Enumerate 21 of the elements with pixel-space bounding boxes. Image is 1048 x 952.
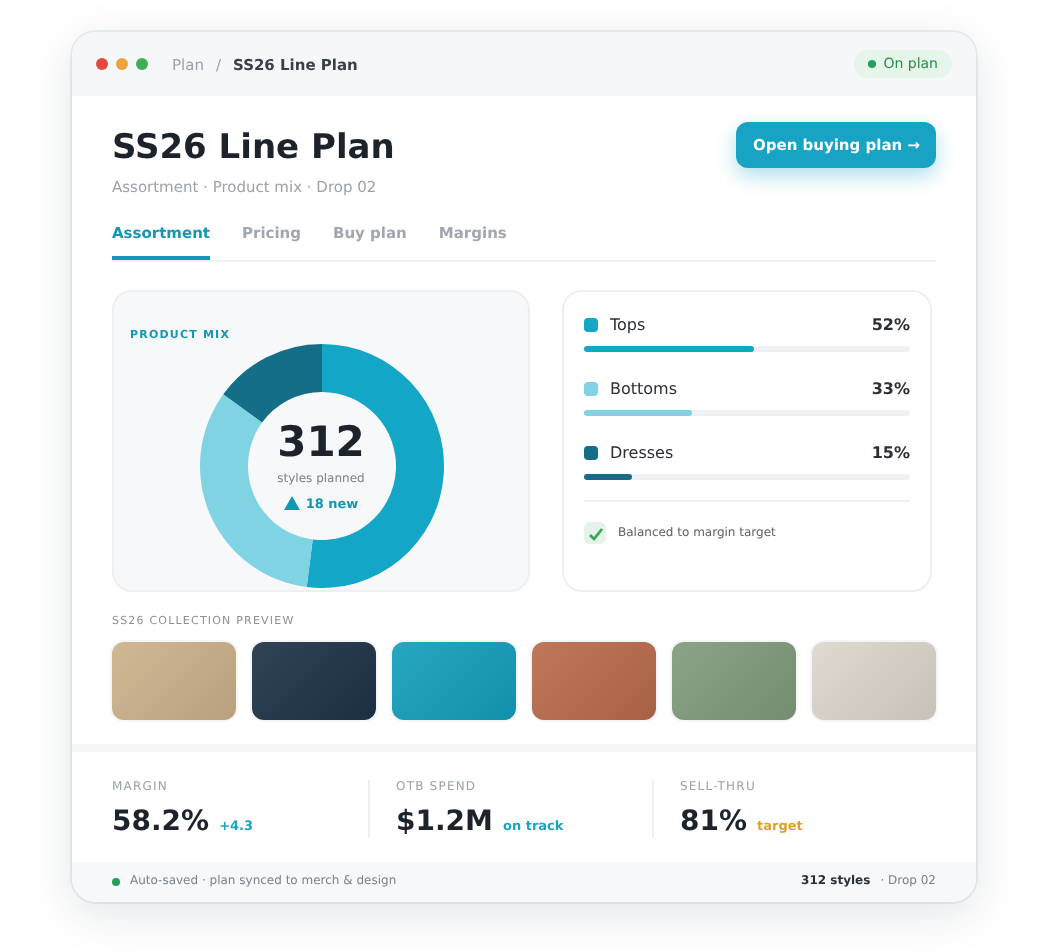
kpi-value: 81% xyxy=(680,806,748,838)
color-swatch[interactable] xyxy=(392,642,516,720)
legend-label: Tops xyxy=(610,316,646,334)
kpi-value: 58.2% xyxy=(112,806,210,838)
color-swatch[interactable] xyxy=(812,642,936,720)
color-swatch[interactable] xyxy=(672,642,796,720)
legend-value: 33% xyxy=(871,380,910,398)
maximize-dot-icon[interactable] xyxy=(136,58,148,70)
legend-label: Bottoms xyxy=(610,380,678,398)
color-swatch[interactable] xyxy=(532,642,656,720)
color-swatch[interactable] xyxy=(112,642,236,720)
close-dot-icon[interactable] xyxy=(96,58,108,70)
minimize-dot-icon[interactable] xyxy=(116,58,128,70)
legend-value: 15% xyxy=(871,444,910,462)
kpi-value: $1.2M xyxy=(396,806,493,838)
legend-label: Dresses xyxy=(610,444,674,462)
legend-value: 52% xyxy=(871,316,910,334)
total-value: 312 xyxy=(277,421,365,463)
up-triangle-icon xyxy=(283,496,300,510)
color-swatch[interactable] xyxy=(252,642,376,720)
page-title: SS26 Line Plan xyxy=(112,128,395,168)
